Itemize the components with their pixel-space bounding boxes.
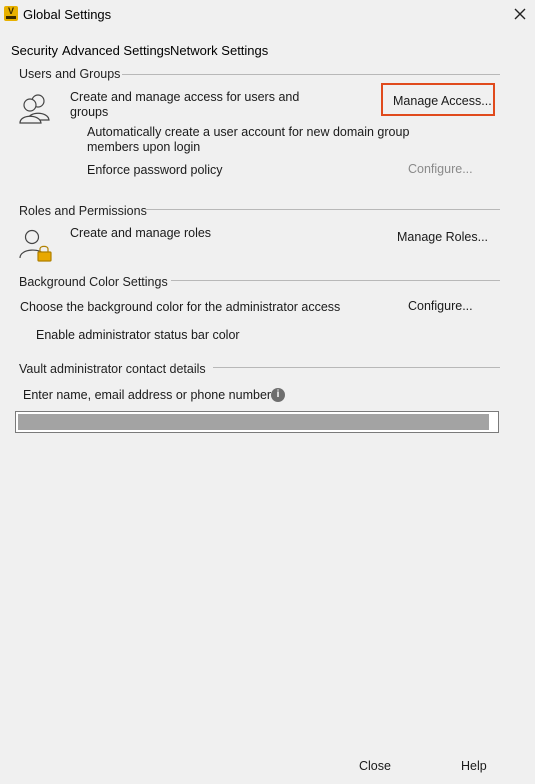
tab-security[interactable]: Security — [11, 43, 58, 58]
users-groups-divider — [122, 74, 500, 75]
close-window-icon[interactable] — [510, 4, 530, 24]
user-lock-icon — [18, 228, 54, 265]
contact-details-input[interactable] — [15, 411, 499, 433]
close-button[interactable]: Close — [359, 759, 391, 773]
contact-prompt: Enter name, email address or phone numbe… — [23, 388, 272, 402]
background-color-description: Choose the background color for the admi… — [20, 300, 341, 314]
roles-divider — [145, 209, 500, 210]
enforce-password-policy[interactable]: Enforce password policy — [87, 163, 222, 177]
tab-network-settings[interactable]: Network Settings — [170, 43, 268, 58]
users-groups-description-line2: groups — [70, 105, 109, 119]
users-icon — [18, 92, 52, 127]
background-color-label: Background Color Settings — [19, 275, 168, 289]
app-icon-letter: V — [7, 6, 14, 16]
background-divider — [171, 280, 500, 281]
window-title: Global Settings — [23, 7, 112, 22]
roles-description: Create and manage roles — [70, 226, 212, 240]
tab-advanced-settings[interactable]: Advanced Settings — [62, 43, 170, 58]
manage-roles-button[interactable]: Manage Roles... — [397, 230, 488, 244]
configure-background-button[interactable]: Configure... — [408, 299, 473, 313]
auto-create-account-line2[interactable]: members upon login — [87, 140, 200, 154]
help-button[interactable]: Help — [461, 759, 487, 773]
enable-status-bar-color[interactable]: Enable administrator status bar color — [36, 328, 240, 342]
contact-divider — [213, 367, 500, 368]
users-groups-label: Users and Groups — [19, 67, 121, 81]
users-groups-description-line1: Create and manage access for users and — [70, 90, 300, 104]
manage-access-button[interactable]: Manage Access... — [393, 94, 492, 108]
vault-app-icon: V — [4, 6, 18, 21]
configure-password-policy-button[interactable]: Configure... — [408, 162, 473, 176]
info-icon[interactable]: i — [271, 388, 285, 402]
roles-permissions-label: Roles and Permissions — [19, 204, 147, 218]
contact-details-redacted-value — [18, 414, 489, 430]
auto-create-account-line1[interactable]: Automatically create a user account for … — [87, 125, 409, 139]
contact-details-label: Vault administrator contact details — [19, 362, 206, 376]
